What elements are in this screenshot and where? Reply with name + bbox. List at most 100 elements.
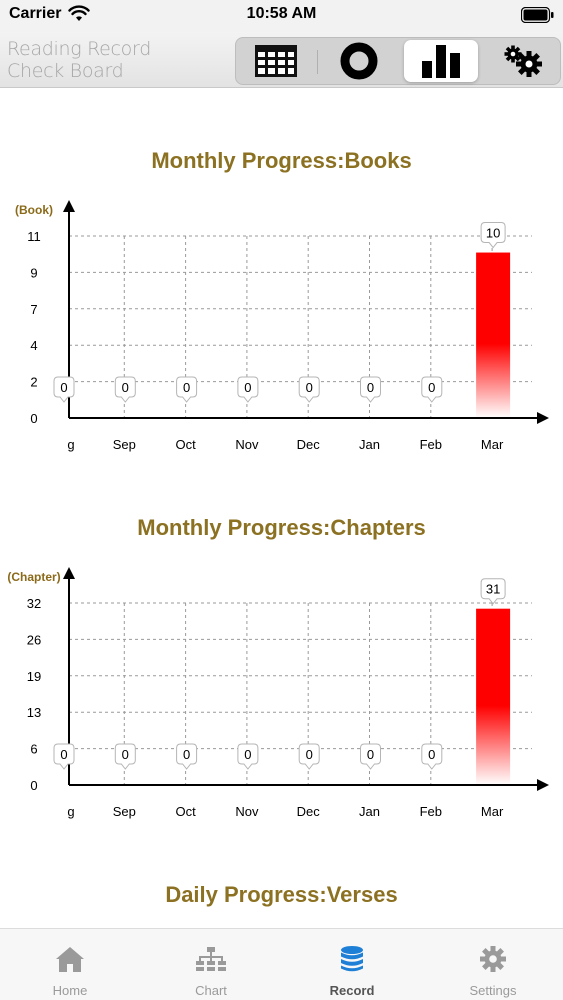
- tab-chart-label: Chart: [195, 983, 227, 998]
- bar-value-label: 0: [367, 380, 374, 395]
- donut-ring-icon: [340, 42, 378, 80]
- bar-chart-icon: [422, 45, 460, 78]
- x-tick-label: Oct: [175, 437, 196, 452]
- calendar-view-button[interactable]: [239, 40, 313, 82]
- bar-value-label: 0: [367, 747, 374, 762]
- y-axis-arrow: [63, 200, 75, 212]
- bar-value-label: 10: [486, 226, 500, 241]
- value-callout: 0: [53, 743, 75, 770]
- y-tick-label: 7: [30, 302, 37, 317]
- bar-value-label: 0: [428, 380, 435, 395]
- value-callout: 0: [237, 376, 259, 403]
- tab-bar: Home Chart Record Settings: [0, 928, 563, 1000]
- x-tick-label: Feb: [420, 804, 442, 819]
- ring-view-button[interactable]: [322, 40, 396, 82]
- status-time: 10:58 AM: [246, 5, 317, 22]
- tab-record[interactable]: Record: [282, 929, 422, 1000]
- x-tick-label: Nov: [235, 437, 259, 452]
- app-header: Reading Record Check Board: [0, 32, 563, 88]
- value-callout: 0: [298, 376, 320, 403]
- bar-value-label: 31: [486, 582, 500, 597]
- app-title-line1: Reading Record: [7, 38, 151, 60]
- app-title-line2: Check Board: [7, 60, 124, 82]
- books-bar-chart: 0 2 4 7 9 11 g Sep Oct Nov Dec Jan Feb Mar (Book) 0 0 0 0 0…: [15, 200, 549, 452]
- chapters-bar-chart: 0 6 13 19 26 32 g Sep Oct Nov Dec Jan Feb Mar (Chapter…: [7, 567, 549, 819]
- y-tick-label: 2: [30, 375, 37, 390]
- x-tick-label: Dec: [297, 804, 321, 819]
- x-tick-label: Mar: [481, 804, 504, 819]
- x-tick-label: g: [67, 804, 74, 819]
- value-callout: 0: [298, 743, 320, 770]
- bar: [476, 252, 511, 418]
- settings-view-button[interactable]: [486, 40, 560, 82]
- y-axis-unit-label: (Chapter): [7, 570, 60, 584]
- bar-value-label: 0: [244, 747, 251, 762]
- tab-chart[interactable]: Chart: [141, 929, 281, 1000]
- y-tick-label: 0: [30, 411, 37, 426]
- value-callout: 31: [480, 578, 506, 605]
- x-axis-arrow: [537, 412, 549, 424]
- y-tick-label: 19: [27, 669, 41, 684]
- x-tick-label: Jan: [359, 437, 380, 452]
- x-tick-label: Dec: [297, 437, 321, 452]
- x-axis-arrow: [537, 779, 549, 791]
- bar-value-label: 0: [183, 747, 190, 762]
- x-tick-label: g: [67, 437, 74, 452]
- bar-value-label: 0: [60, 747, 67, 762]
- database-icon: [341, 946, 363, 972]
- bar: [476, 608, 511, 785]
- bar-value-label: 0: [183, 380, 190, 395]
- value-callout: 0: [237, 743, 259, 770]
- y-tick-label: 0: [30, 778, 37, 793]
- y-tick-label: 9: [30, 265, 37, 280]
- y-tick-label: 11: [27, 229, 41, 244]
- value-callout: 0: [360, 743, 381, 770]
- y-tick-label: 13: [27, 705, 41, 720]
- value-callout: 10: [480, 222, 506, 249]
- value-callout: 0: [421, 743, 443, 770]
- value-callout: 0: [421, 376, 443, 403]
- x-tick-label: Nov: [235, 804, 259, 819]
- bar-value-label: 0: [244, 380, 251, 395]
- bar-chart-view-button[interactable]: [404, 40, 478, 82]
- value-callout: 0: [53, 376, 75, 403]
- bar-value-label: 0: [306, 747, 313, 762]
- value-callout: 0: [114, 376, 136, 403]
- home-icon: [56, 947, 84, 972]
- tab-home[interactable]: Home: [0, 929, 140, 1000]
- value-callout: 0: [360, 376, 381, 403]
- tab-record-label: Record: [329, 983, 375, 998]
- tab-settings[interactable]: Settings: [423, 929, 563, 1000]
- y-tick-label: 4: [30, 338, 37, 353]
- x-tick-label: Oct: [175, 804, 196, 819]
- x-tick-label: Feb: [420, 437, 442, 452]
- bar-value-label: 0: [60, 380, 67, 395]
- battery-icon: [521, 7, 554, 23]
- value-callout: 0: [176, 743, 198, 770]
- value-callout: 0: [176, 376, 198, 403]
- gear-icon: [480, 946, 506, 972]
- books-chart-title: Monthly Progress:Books: [151, 148, 412, 173]
- x-tick-label: Sep: [113, 437, 136, 452]
- y-tick-label: 6: [30, 742, 37, 757]
- tab-settings-label: Settings: [469, 983, 517, 998]
- bar-value-label: 0: [122, 380, 129, 395]
- bar-value-label: 0: [122, 747, 129, 762]
- daily-verses-title: Daily Progress:Verses: [165, 882, 398, 907]
- tab-home-label: Home: [52, 983, 88, 998]
- x-tick-label: Jan: [359, 804, 380, 819]
- segment-divider: [317, 50, 318, 74]
- status-bar: Carrier 10:58 AM: [0, 0, 563, 32]
- y-axis-unit-label: (Book): [15, 203, 53, 217]
- org-chart-icon: [196, 947, 226, 971]
- y-tick-label: 26: [27, 632, 41, 647]
- chapters-chart-title: Monthly Progress:Chapters: [137, 515, 426, 540]
- gears-icon: [504, 45, 542, 77]
- app-title: Reading Record Check Board: [7, 38, 151, 82]
- x-tick-label: Sep: [113, 804, 136, 819]
- value-callout: 0: [114, 743, 136, 770]
- x-tick-label: Mar: [481, 437, 504, 452]
- y-tick-label: 32: [27, 596, 41, 611]
- y-axis-arrow: [63, 567, 75, 579]
- bar-value-label: 0: [306, 380, 313, 395]
